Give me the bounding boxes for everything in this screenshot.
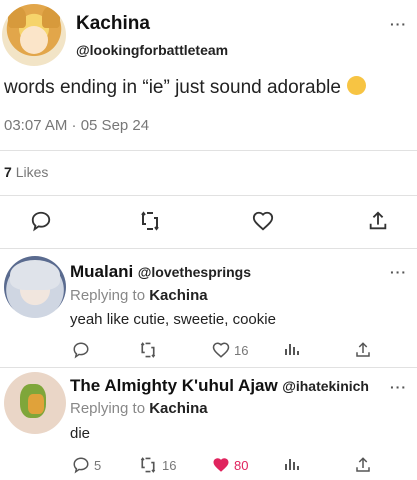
replying-label: Replying to [70, 400, 146, 417]
display-name[interactable]: The Almighty K'uhul Ajaw [70, 376, 278, 395]
replying-to-user[interactable]: Kachina [149, 287, 207, 304]
heart-icon [212, 342, 230, 358]
analytics-button[interactable] [284, 456, 300, 472]
reply-button[interactable] [72, 341, 90, 359]
analytics-icon [285, 459, 299, 470]
retweet-count: 16 [162, 457, 177, 473]
like-button[interactable] [252, 210, 274, 232]
user-handle[interactable]: @lovethesprings [138, 264, 251, 280]
like-count: 16 [234, 342, 249, 358]
avatar[interactable] [2, 4, 66, 66]
like-button[interactable]: 80 [212, 456, 248, 474]
retweet-icon [141, 211, 159, 231]
comment-icon [31, 211, 51, 232]
avatar[interactable] [4, 256, 66, 318]
reply-text: yeah like cutie, sweetie, cookie [70, 311, 276, 328]
avatar[interactable] [4, 372, 66, 434]
retweet-icon [140, 342, 156, 358]
analytics-button[interactable] [284, 341, 300, 357]
replying-to: Replying to Kachina [70, 287, 208, 304]
user-handle[interactable]: @ihatekinich [282, 378, 369, 394]
divider [0, 195, 417, 196]
retweet-button[interactable]: 16 [138, 456, 176, 474]
divider [0, 367, 417, 368]
likes-label: Likes [15, 164, 49, 180]
replying-label: Replying to [70, 287, 146, 304]
more-options-icon[interactable]: ··· [390, 379, 407, 395]
relieved-face-emoji-icon [346, 76, 366, 95]
divider [0, 150, 417, 151]
likes-count[interactable]: 7 Likes [4, 164, 48, 180]
heart-filled-icon [213, 458, 229, 472]
share-button[interactable] [354, 341, 372, 359]
tweet-text-body: words ending in “ie” just sound adorable [4, 77, 341, 98]
reply-text: die [70, 425, 91, 442]
analytics-icon [285, 344, 299, 355]
share-button[interactable] [354, 456, 372, 474]
timestamp[interactable]: 03:07 AM · 05 Sep 24 [4, 117, 149, 134]
like-count: 80 [234, 457, 249, 473]
divider [0, 248, 417, 249]
reply-button[interactable] [30, 210, 52, 232]
retweet-button[interactable] [138, 210, 162, 232]
like-button[interactable]: 16 [212, 341, 248, 359]
display-name[interactable]: Kachina [76, 13, 150, 35]
comment-icon [73, 342, 89, 359]
share-icon [369, 211, 387, 230]
retweet-button[interactable] [138, 341, 158, 359]
replying-to-user[interactable]: Kachina [149, 400, 207, 417]
retweet-icon [140, 457, 156, 473]
replying-to: Replying to Kachina [70, 400, 208, 417]
user-handle[interactable]: @lookingforbattleteam [76, 42, 228, 58]
display-name[interactable]: Mualani [70, 262, 133, 281]
share-icon [356, 342, 370, 357]
share-button[interactable] [367, 210, 389, 232]
tweet-text: words ending in “ie” just sound adorable [4, 76, 366, 99]
more-options-icon[interactable]: ··· [390, 264, 407, 280]
reply-count: 5 [94, 457, 102, 473]
reply-button[interactable]: 5 [72, 456, 101, 474]
reply-header: Mualani @lovethesprings [70, 262, 251, 282]
comment-icon [73, 457, 89, 474]
more-options-icon[interactable]: ··· [390, 16, 407, 32]
heart-icon [252, 211, 274, 231]
likes-number: 7 [4, 164, 12, 180]
reply-header: The Almighty K'uhul Ajaw @ihatekinich [70, 376, 369, 396]
share-icon [356, 457, 370, 472]
